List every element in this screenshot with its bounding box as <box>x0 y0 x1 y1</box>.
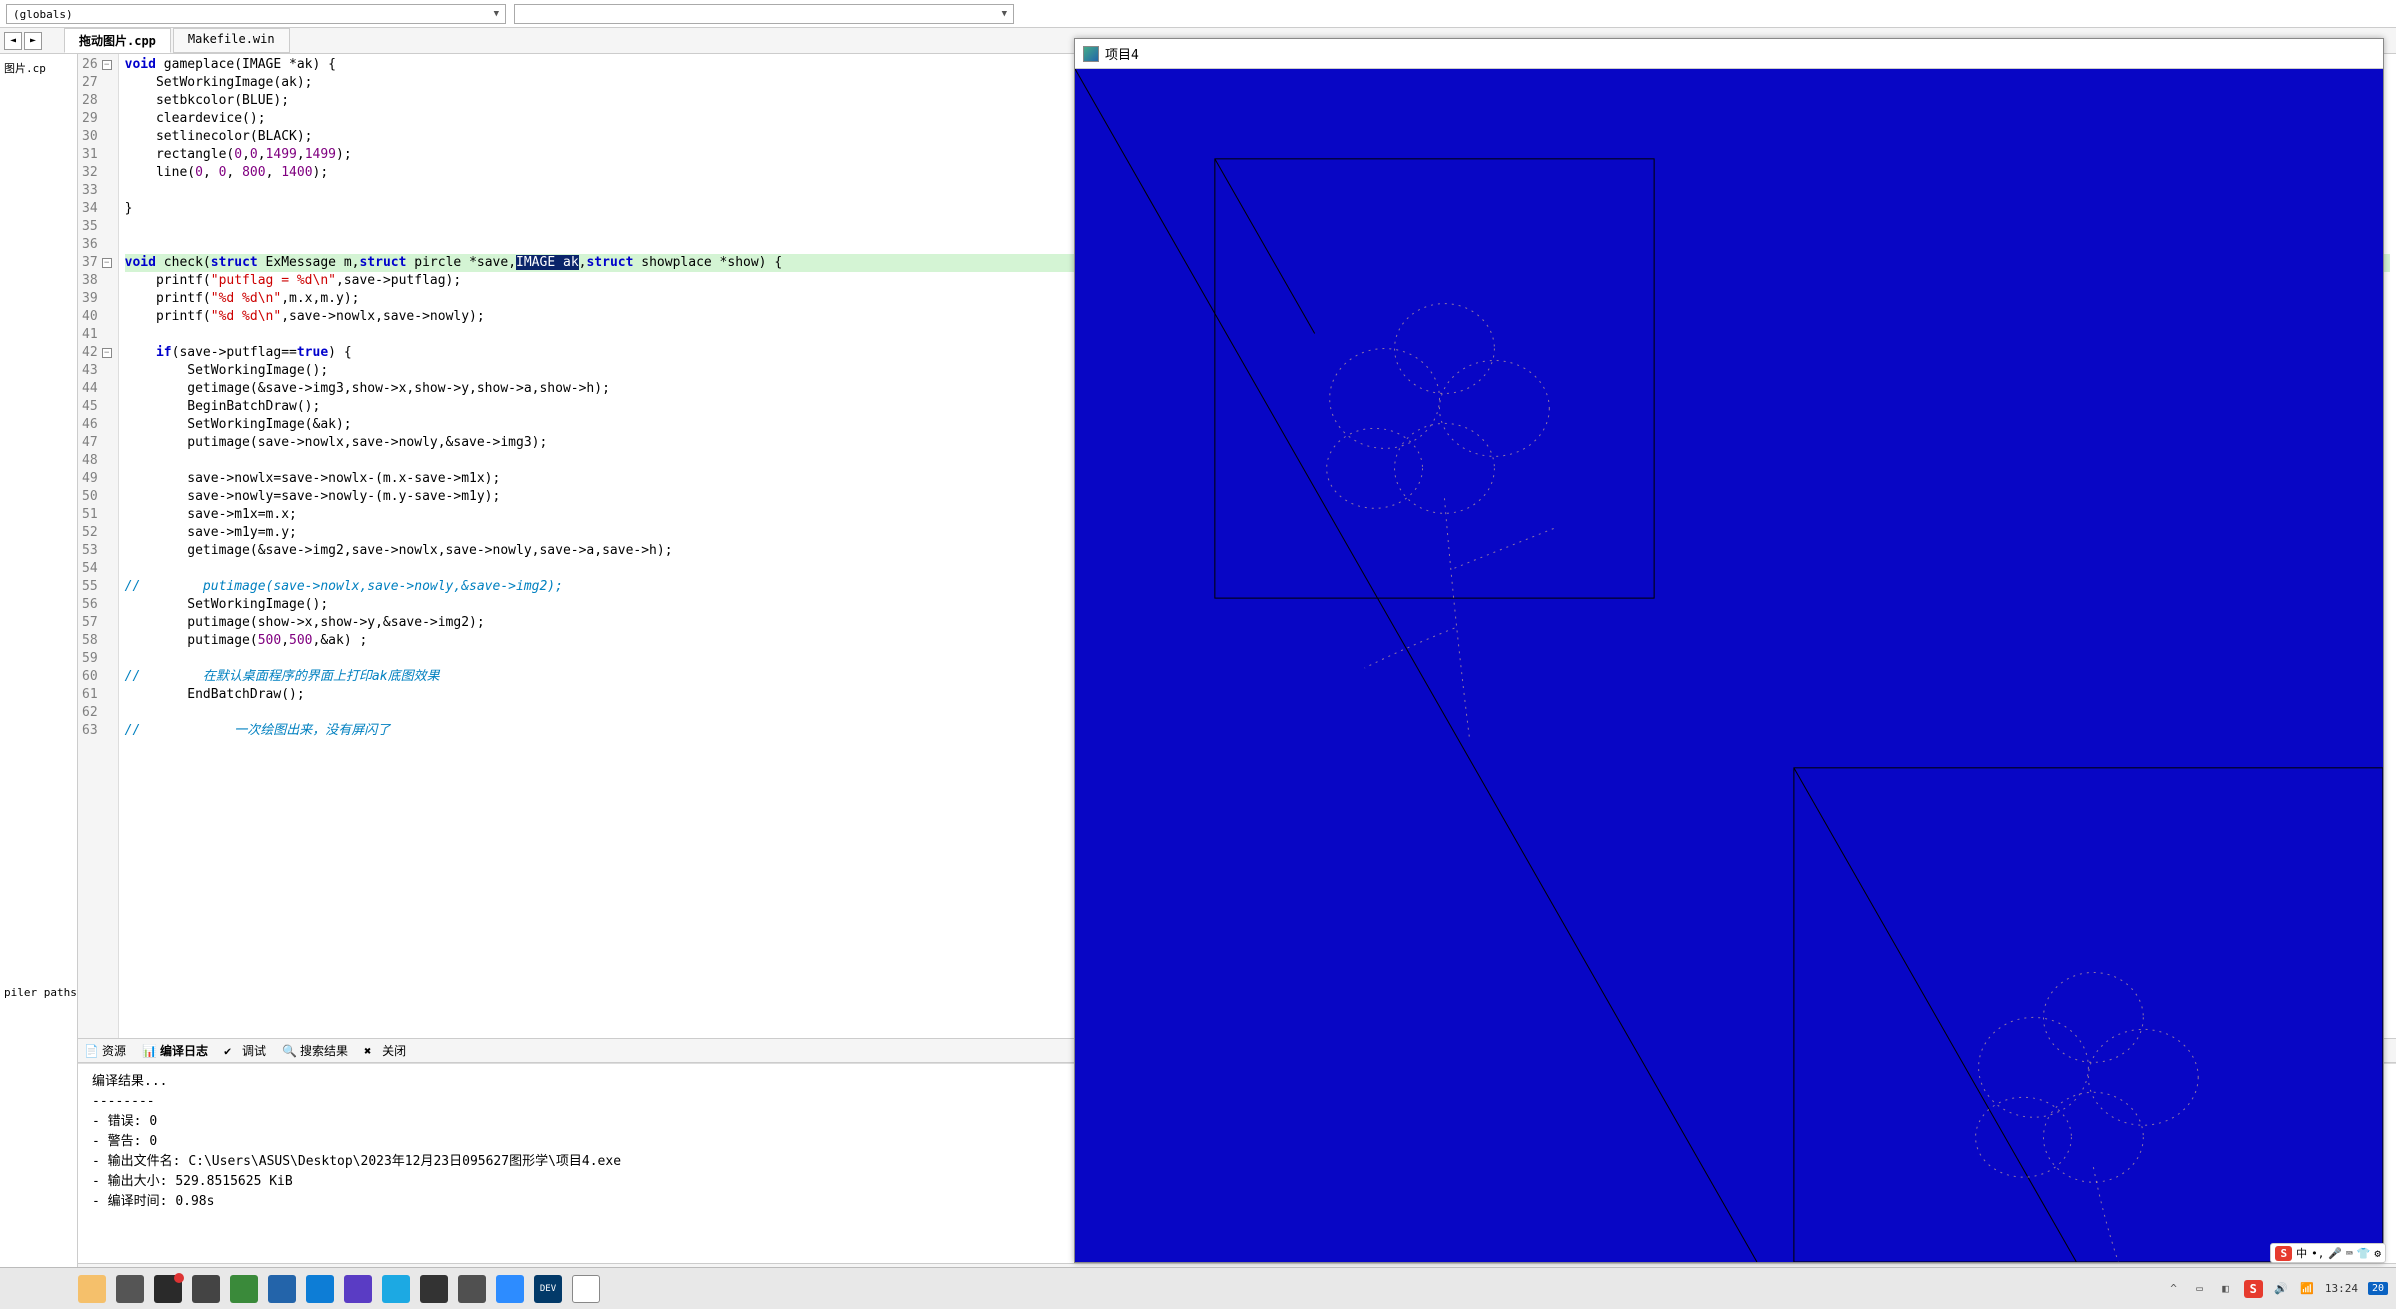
clock[interactable]: 13:24 <box>2325 1282 2358 1295</box>
debug-icon: ✔ <box>224 1044 238 1058</box>
taskbar-app-icon[interactable] <box>154 1275 182 1303</box>
scope-value: (globals) <box>13 8 73 21</box>
taskbar-app-icon[interactable] <box>268 1275 296 1303</box>
log-icon: 📊 <box>142 1044 156 1058</box>
tray-icon[interactable]: ◧ <box>2218 1281 2234 1297</box>
tab-compile-log[interactable]: 📊 编译日志 <box>142 1042 208 1059</box>
nav-forward-button[interactable]: ► <box>24 32 42 50</box>
nav-back-button[interactable]: ◄ <box>4 32 22 50</box>
tab-debug[interactable]: ✔ 调试 <box>224 1042 266 1059</box>
system-tray: ^ ▭ ◧ S 🔊 📶 13:24 20 <box>2166 1280 2388 1298</box>
editor-tabs: 拖动图片.cpp Makefile.win <box>64 28 292 53</box>
line-number-gutter: 26−2728293031323334353637−3839404142−434… <box>78 54 119 1038</box>
ime-toolbar[interactable]: S 中 •, 🎤 ⌨ 👕 ⚙ <box>2270 1243 2386 1263</box>
taskbar-app-icon[interactable] <box>192 1275 220 1303</box>
notification-badge[interactable]: 20 <box>2368 1282 2388 1295</box>
tray-battery-icon[interactable]: ▭ <box>2192 1281 2208 1297</box>
chevron-down-icon: ▼ <box>494 9 499 19</box>
taskbar-app-icon[interactable] <box>382 1275 410 1303</box>
taskbar-app-icon[interactable] <box>230 1275 258 1303</box>
taskbar-app-icon[interactable] <box>78 1275 106 1303</box>
taskbar: DEV ^ ▭ ◧ S 🔊 📶 13:24 20 <box>0 1267 2396 1309</box>
tray-wifi-icon[interactable]: 📶 <box>2299 1281 2315 1297</box>
taskbar-icons: DEV <box>8 1275 600 1303</box>
symbol-dropdown[interactable]: ▼ <box>514 4 1014 24</box>
project-panel: 图片.cp piler paths <box>0 54 78 1309</box>
app-titlebar[interactable]: 项目4 <box>1075 39 2383 69</box>
taskbar-app-icon[interactable] <box>420 1275 448 1303</box>
taskbar-app-icon[interactable] <box>458 1275 486 1303</box>
app-icon <box>1083 46 1099 62</box>
app-output-window[interactable]: 项目4 <box>1074 38 2384 1263</box>
symbol-dropdown-bar: (globals) ▼ ▼ <box>0 0 2396 28</box>
tab-active-file[interactable]: 拖动图片.cpp <box>64 28 171 53</box>
tab-search-result[interactable]: 🔍 搜索结果 <box>282 1042 348 1059</box>
taskbar-running-app-icon[interactable] <box>572 1275 600 1303</box>
app-title: 项目4 <box>1105 44 1139 63</box>
ime-badge[interactable]: S <box>2244 1280 2263 1298</box>
tab-close[interactable]: ✖ 关闭 <box>364 1042 406 1059</box>
taskbar-app-icon[interactable] <box>344 1275 372 1303</box>
tray-volume-icon[interactable]: 🔊 <box>2273 1281 2289 1297</box>
close-icon: ✖ <box>364 1044 378 1058</box>
taskbar-app-icon[interactable] <box>306 1275 334 1303</box>
left-bottom-label: piler paths <box>4 986 77 999</box>
tab-makefile[interactable]: Makefile.win <box>173 28 290 53</box>
taskbar-devcpp-icon[interactable]: DEV <box>534 1275 562 1303</box>
taskbar-app-icon[interactable] <box>116 1275 144 1303</box>
tray-chevron-icon[interactable]: ^ <box>2166 1281 2182 1297</box>
search-icon: 🔍 <box>282 1044 296 1058</box>
project-file-item[interactable]: 图片.cp <box>4 58 73 78</box>
tab-resource[interactable]: 📄 资源 <box>84 1042 126 1059</box>
resource-icon: 📄 <box>84 1044 98 1058</box>
taskbar-app-icon[interactable] <box>496 1275 524 1303</box>
scope-dropdown[interactable]: (globals) ▼ <box>6 4 506 24</box>
chevron-down-icon: ▼ <box>1002 9 1007 19</box>
app-canvas <box>1075 69 2383 1262</box>
